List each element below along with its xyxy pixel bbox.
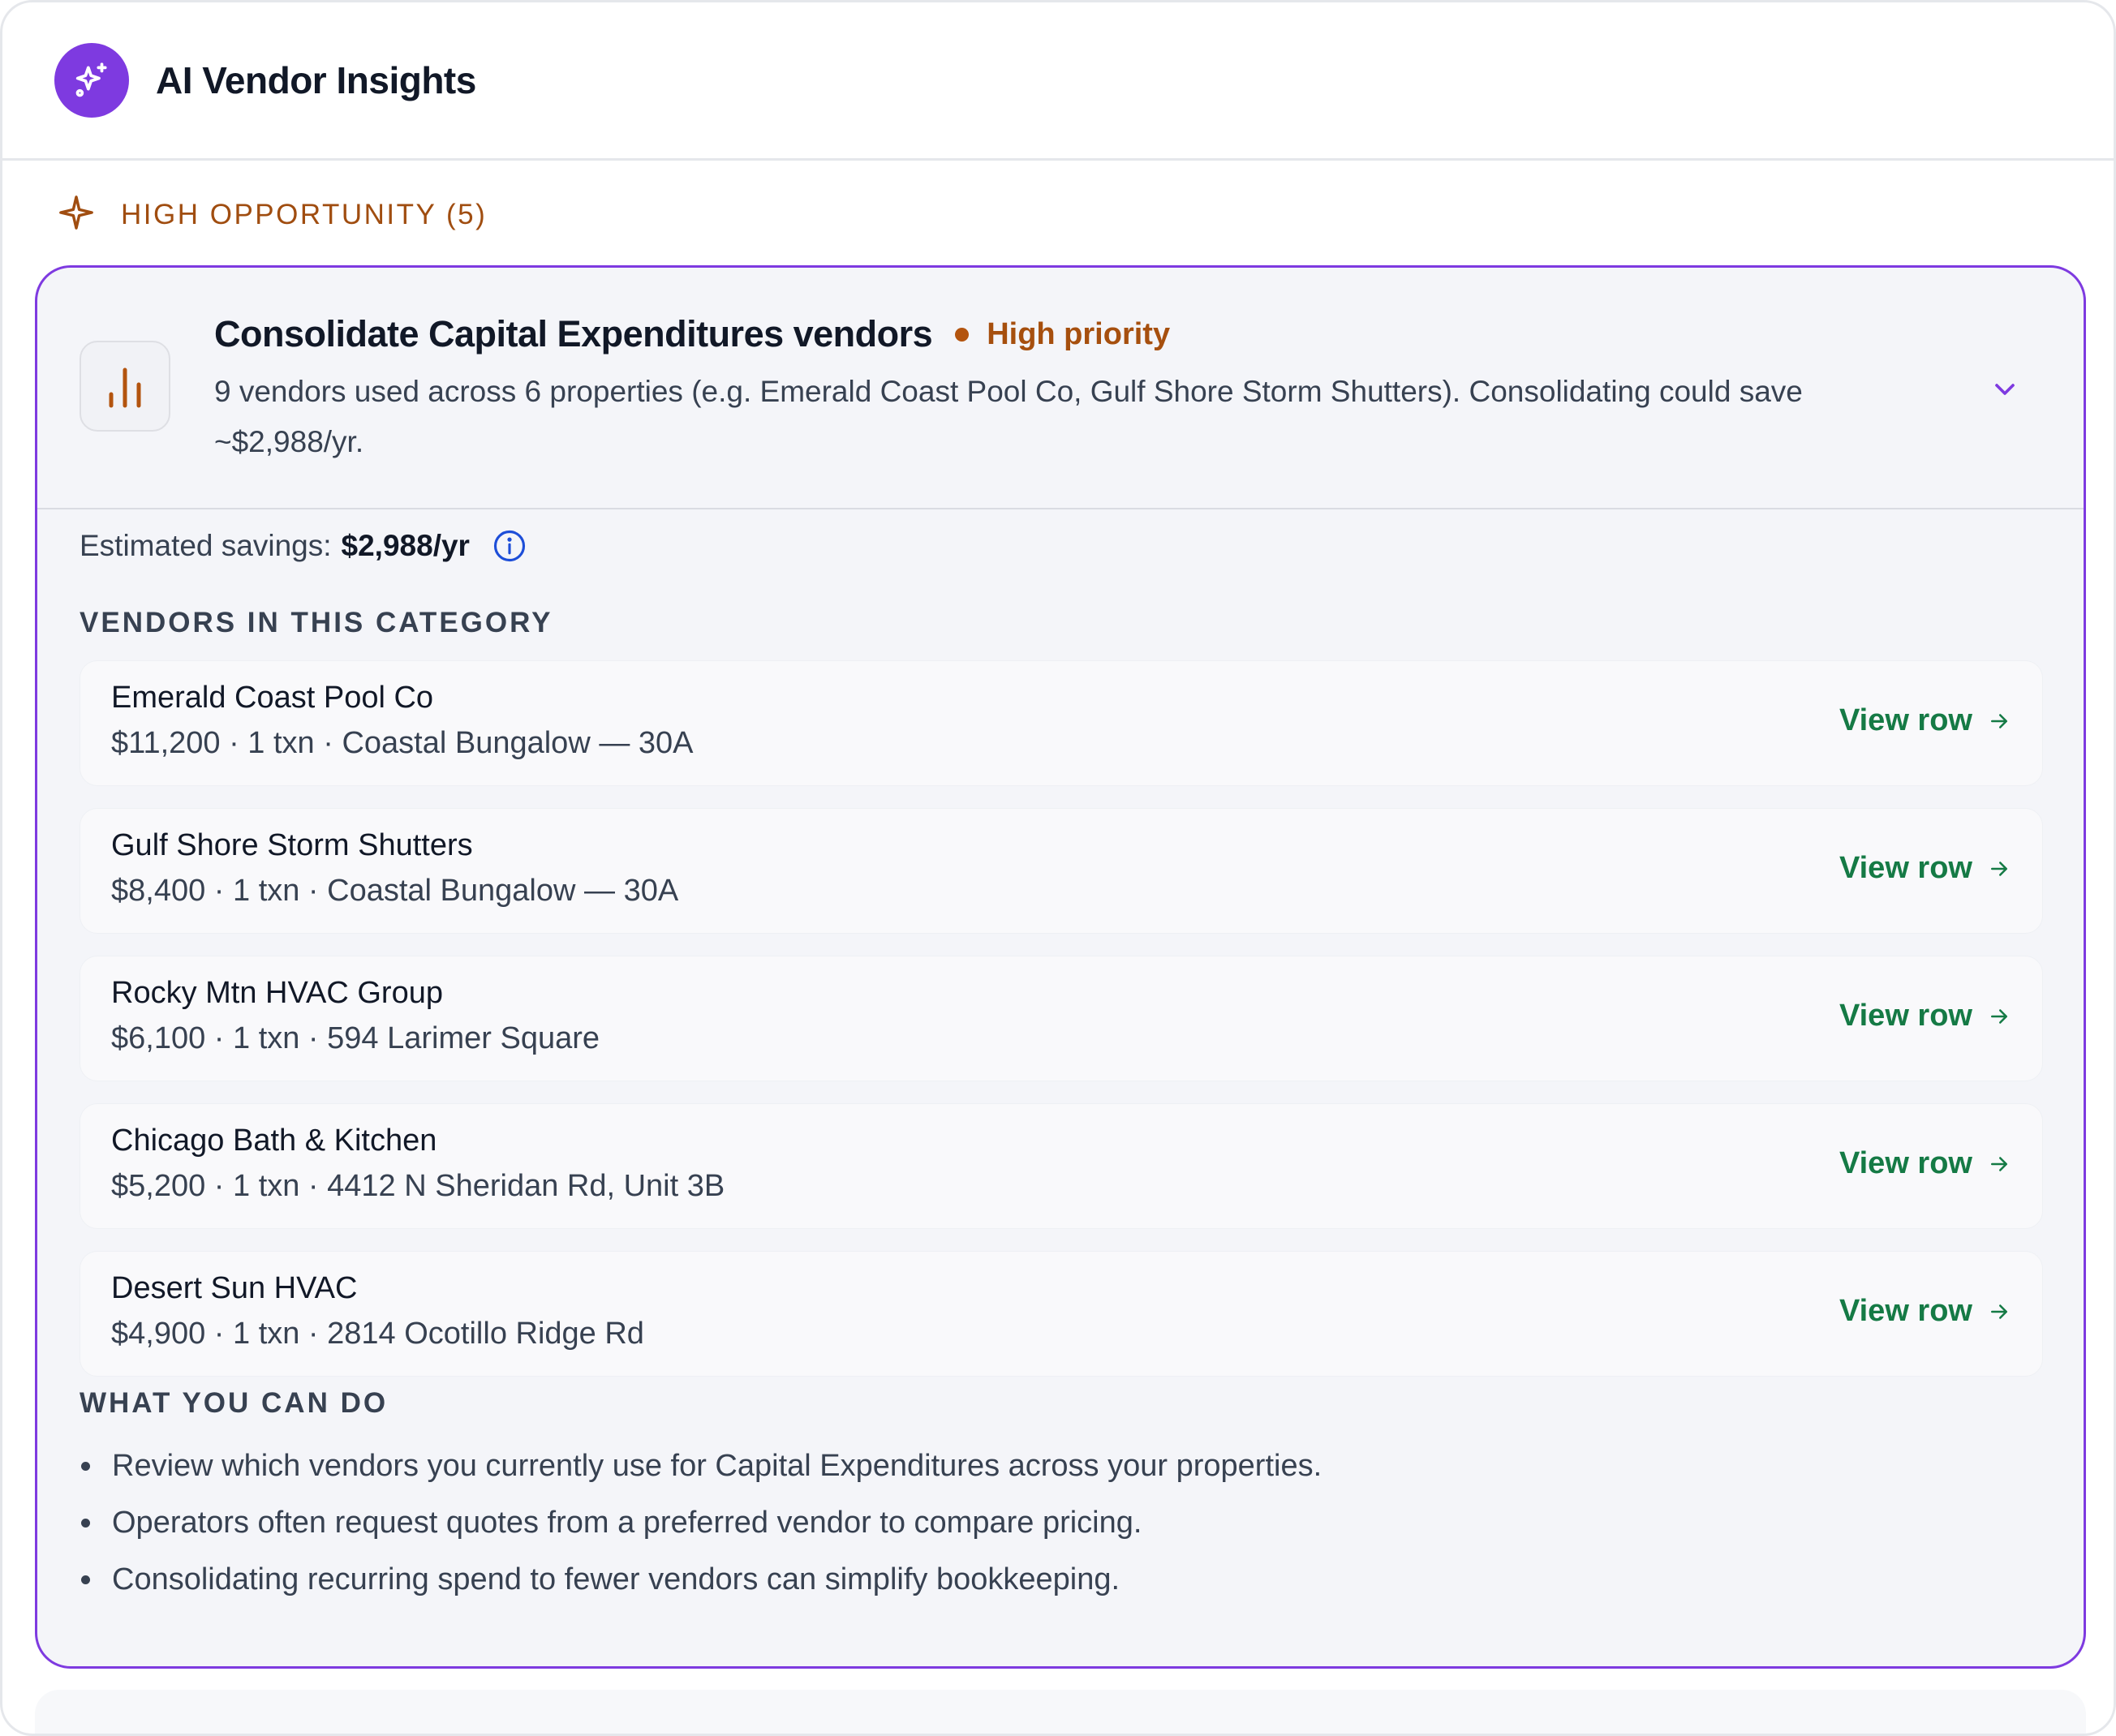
vendor-list: Emerald Coast Pool Co $11,200 · 1 txn · C…: [80, 660, 2043, 1399]
priority-dot: [955, 327, 970, 342]
bar-chart-icon: [80, 341, 170, 432]
arrow-right-icon: [1991, 1008, 2007, 1024]
view-row-link[interactable]: View row: [1839, 703, 2011, 738]
vendor-name: Desert Sun HVAC: [111, 1271, 358, 1305]
bullet-icon: [81, 1462, 90, 1471]
vendor-name: Rocky Mtn HVAC Group: [111, 976, 443, 1010]
view-row-label: View row: [1839, 1294, 1972, 1328]
vendor-insights-panel: AI Vendor Insights HIGH OPPORTUNITY (5) …: [0, 0, 2116, 1736]
view-row-link[interactable]: View row: [1839, 1294, 2011, 1329]
bullet-icon: [81, 1519, 90, 1528]
view-row-label: View row: [1839, 999, 1972, 1033]
priority-badge: High priority: [987, 316, 1171, 351]
vendor-row: Desert Sun HVAC $4,900 · 1 txn · 2814 Oco…: [80, 1251, 2043, 1377]
section-label-text: HIGH OPPORTUNITY (5): [121, 198, 488, 230]
arrow-right-icon: [1991, 1156, 2007, 1171]
vendor-row: Emerald Coast Pool Co $11,200 · 1 txn · C…: [80, 660, 2043, 786]
view-row-label: View row: [1839, 1146, 1972, 1180]
actions-heading: WHAT YOU CAN DO: [80, 1387, 389, 1419]
tip-item: Review which vendors you currently use f…: [80, 1437, 2027, 1494]
tip-text: Operators often request quotes from a pr…: [112, 1506, 1142, 1540]
panel-title: AI Vendor Insights: [156, 59, 476, 101]
vendor-row: Rocky Mtn HVAC Group $6,100 · 1 txn · 594…: [80, 956, 2043, 1081]
insight-title: Consolidate Capital Expenditures vendors: [214, 313, 933, 355]
tip-text: Consolidating recurring spend to fewer v…: [112, 1562, 1120, 1596]
vendor-meta: $8,400 · 1 txn · Coastal Bungalow — 30A: [111, 874, 679, 908]
vendor-row: Chicago Bath & Kitchen $5,200 · 1 txn · 4…: [80, 1103, 2043, 1229]
tip-text: Review which vendors you currently use f…: [112, 1449, 1322, 1483]
view-row-label: View row: [1839, 703, 1972, 737]
vendor-meta: $5,200 · 1 txn · 4412 N Sheridan Rd, Uni…: [111, 1169, 725, 1203]
sparkle-icon: [58, 194, 95, 235]
arrow-right-icon: [1991, 713, 2007, 728]
tip-item: Operators often request quotes from a pr…: [80, 1494, 2027, 1551]
bullet-icon: [81, 1575, 90, 1584]
view-row-link[interactable]: View row: [1839, 999, 2011, 1033]
tips-list: Review which vendors you currently use f…: [80, 1437, 2027, 1608]
insight-title-row: Consolidate Capital Expenditures vendors…: [214, 313, 1170, 355]
vendor-row: Gulf Shore Storm Shutters $8,400 · 1 txn …: [80, 808, 2043, 934]
next-insight-card: [35, 1690, 2086, 1734]
vendor-meta: $6,100 · 1 txn · 594 Larimer Square: [111, 1021, 600, 1055]
vendor-name: Emerald Coast Pool Co: [111, 681, 434, 715]
vendor-meta: $4,900 · 1 txn · 2814 Ocotillo Ridge Rd: [111, 1317, 644, 1351]
estimated-savings: Estimated savings: $2,988/yr: [80, 518, 527, 574]
section-label: HIGH OPPORTUNITY (5): [58, 194, 487, 235]
vendor-name: Chicago Bath & Kitchen: [111, 1124, 437, 1158]
arrow-right-icon: [1991, 861, 2007, 876]
view-row-label: View row: [1839, 851, 1972, 885]
chevron-down-icon[interactable]: [1989, 373, 2021, 410]
view-row-link[interactable]: View row: [1839, 1146, 2011, 1181]
view-row-link[interactable]: View row: [1839, 851, 2011, 886]
insight-card-header[interactable]: Consolidate Capital Expenditures vendors…: [37, 268, 2084, 509]
vendor-name: Gulf Shore Storm Shutters: [111, 828, 473, 862]
info-icon[interactable]: [492, 529, 527, 563]
insight-description: 9 vendors used across 6 properties (e.g.…: [214, 375, 1803, 458]
savings-label: Estimated savings:: [80, 529, 332, 562]
vendor-meta: $11,200 · 1 txn · Coastal Bungalow — 30A: [111, 726, 694, 760]
tip-item: Consolidating recurring spend to fewer v…: [80, 1551, 2027, 1608]
panel-header: AI Vendor Insights: [2, 2, 2114, 161]
savings-value: $2,988/yr: [341, 529, 470, 562]
insight-card: Consolidate Capital Expenditures vendors…: [35, 265, 2086, 1669]
vendors-heading: VENDORS IN THIS CATEGORY: [80, 607, 553, 638]
sparkles-icon: [54, 43, 129, 118]
arrow-right-icon: [1991, 1304, 2007, 1319]
